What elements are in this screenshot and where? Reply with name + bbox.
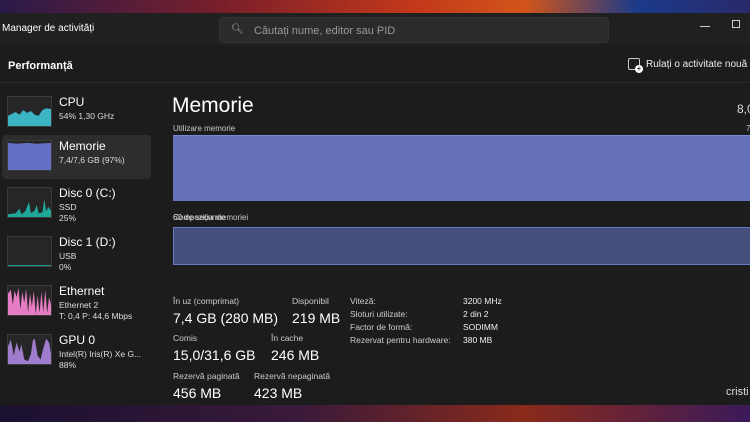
gpu-thumbnail-graph (7, 334, 52, 365)
memory-total: 8,0 (737, 102, 750, 116)
item-name: Memorie (59, 139, 106, 153)
cached-value: 246 MB (271, 347, 320, 363)
run-new-task-button[interactable]: Rulați o activitate nouă (628, 58, 748, 73)
new-task-icon (628, 58, 643, 73)
item-detail: 88% (59, 360, 77, 370)
sidebar-item-ethernet[interactable]: Ethernet Ethernet 2 T: 0,4 P: 44,6 Mbps (2, 280, 151, 324)
disk0-thumbnail-graph (7, 187, 52, 218)
detail-key: Viteză: (350, 296, 376, 306)
search-placeholder: Căutați nume, editor sau PID (254, 25, 396, 37)
page-title: Performanță (8, 60, 73, 72)
memory-usage-graph (173, 134, 750, 201)
disk1-thumbnail-graph (7, 236, 52, 267)
sidebar-item-disk-0[interactable]: Disc 0 (C:) SSD 25% (2, 182, 151, 226)
sidebar-item-cpu[interactable]: CPU 54% 1,30 GHz (2, 91, 151, 135)
detail-key: Factor de formă: (350, 322, 413, 332)
available-label: Disponibil (292, 296, 329, 306)
item-detail: USB (59, 251, 77, 261)
available-value: 219 MB (292, 310, 341, 326)
nonpaged-pool-label: Rezervă nepaginată (254, 371, 331, 381)
item-detail: Intel(R) Iris(R) Xe G... (59, 349, 142, 359)
wallpaper (0, 405, 750, 422)
detail-value: SODIMM (463, 322, 498, 332)
sidebar: CPU 54% 1,30 GHz Memorie 7,4/7,6 GB (97%… (0, 84, 155, 405)
app-title: Manager de activități (2, 23, 95, 34)
sidebar-item-gpu-0[interactable]: GPU 0 Intel(R) Iris(R) Xe G... 88% (2, 329, 151, 373)
paged-pool-value: 456 MB (173, 385, 222, 401)
search-input[interactable]: 🔍︎ Căutați nume, editor sau PID (219, 17, 609, 43)
detail-value: 3200 MHz (463, 296, 502, 306)
memory-title: Memorie (172, 94, 254, 117)
paged-pool-label: Rezervă paginată (173, 371, 240, 381)
item-name: Disc 1 (D:) (59, 235, 116, 249)
nonpaged-pool-value: 423 MB (254, 385, 303, 401)
detail-value: 380 MB (463, 335, 493, 345)
sidebar-item-memory[interactable]: Memorie 7,4/7,6 GB (97%) (2, 135, 151, 179)
title-bar: Manager de activități 🔍︎ Căutați nume, e… (0, 13, 750, 45)
detail-value: 2 din 2 (463, 309, 489, 319)
item-detail: 0% (59, 262, 72, 272)
committed-value: 15,0/31,6 GB (173, 347, 256, 363)
item-detail: Ethernet 2 (59, 300, 99, 310)
in-use-label: În uz (comprimat) (173, 296, 240, 306)
sidebar-item-disk-1[interactable]: Disc 1 (D:) USB 0% (2, 231, 151, 275)
usage-max: 7 (746, 124, 750, 133)
item-name: Disc 0 (C:) (59, 186, 116, 200)
item-detail: 25% (59, 213, 77, 223)
item-name: GPU 0 (59, 333, 96, 347)
item-detail: 54% 1,30 GHz (59, 111, 115, 121)
detail-key: Sloturi utilizate: (350, 309, 408, 319)
run-new-task-label: Rulați o activitate nouă (646, 58, 748, 70)
search-icon: 🔍︎ (231, 24, 244, 35)
maximize-button[interactable] (732, 20, 740, 28)
usage-label: Utilizare memorie (173, 124, 236, 133)
cpu-thumbnail-graph (7, 96, 52, 127)
committed-label: Comis (173, 333, 198, 343)
memory-thumbnail-graph (7, 140, 52, 171)
minimize-button[interactable] (700, 26, 710, 27)
item-detail: SSD (59, 202, 77, 212)
composition-label: Compoziția memoriei (173, 213, 249, 222)
in-use-value: 7,4 GB (280 MB) (173, 310, 279, 326)
page-header: Performanță Rulați o activitate nouă (0, 45, 750, 83)
watermark: cristi (726, 386, 749, 398)
ethernet-thumbnail-graph (7, 285, 52, 316)
item-name: CPU (59, 95, 85, 109)
detail-key: Rezervat pentru hardware: (350, 335, 451, 345)
item-name: Ethernet (59, 284, 105, 298)
task-manager-window: Manager de activități 🔍︎ Căutați nume, e… (0, 13, 750, 405)
item-detail: 7,4/7,6 GB (97%) (59, 155, 125, 165)
memory-composition-bar (173, 227, 750, 265)
item-detail: T: 0,4 P: 44,6 Mbps (59, 311, 133, 321)
cached-label: În cache (271, 333, 304, 343)
